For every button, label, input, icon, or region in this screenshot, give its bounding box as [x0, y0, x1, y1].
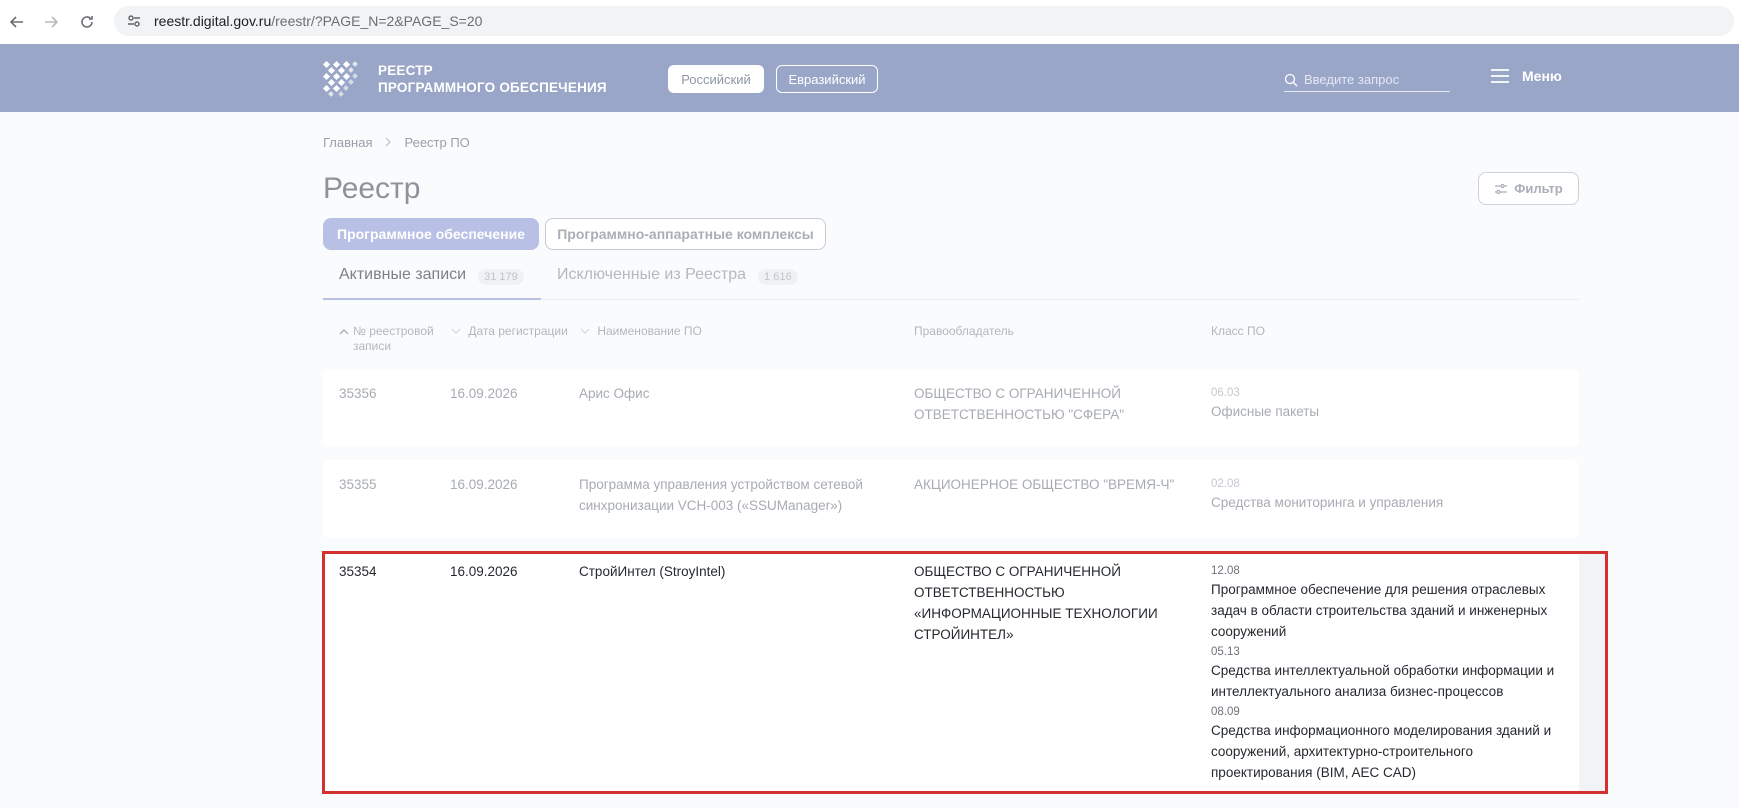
row-number: 35356	[339, 386, 377, 401]
logo-title[interactable]: РЕЕСТР ПРОГРАММНОГО ОБЕСПЕЧЕНИЯ	[378, 62, 607, 96]
site-settings-icon[interactable]	[126, 13, 142, 29]
logo-line-1: РЕЕСТР	[378, 63, 433, 78]
tab-count-badge: 1 616	[758, 269, 798, 285]
table-row[interactable]: 35355 16.09.2026 Программа управления ус…	[323, 460, 1579, 538]
breadcrumb-current: Реестр ПО	[404, 135, 470, 150]
class-entry: 02.08 Средства мониторинга и управления	[1211, 476, 1561, 513]
search-icon	[1284, 73, 1298, 86]
row-owner: АКЦИОНЕРНОЕ ОБЩЕСТВО "ВРЕМЯ-Ч"	[914, 477, 1175, 492]
column-header-name[interactable]: Наименование ПО	[580, 324, 880, 339]
row-owner: ОБЩЕСТВО С ОГРАНИЧЕННОЙ ОТВЕТСТВЕННОСТЬЮ…	[914, 564, 1158, 642]
breadcrumb: Главная Реестр ПО	[323, 135, 470, 150]
row-classes: 06.03 Офисные пакеты	[1211, 385, 1561, 424]
class-name: Программное обеспечение для решения отра…	[1211, 582, 1548, 639]
column-label: № реестровой записи	[353, 324, 434, 353]
filter-label: Фильтр	[1514, 181, 1563, 196]
registry-logo-icon[interactable]	[322, 60, 360, 98]
eurasian-registry-button[interactable]: Евразийский	[776, 65, 878, 93]
arrow-right-icon	[45, 16, 59, 28]
class-code: 02.08	[1211, 478, 1240, 490]
row-software-name[interactable]: СтройИнтел (StroyIntel)	[579, 561, 879, 582]
browser-toolbar: reestr.digital.gov.ru/reestr/?PAGE_N=2&P…	[0, 0, 1739, 44]
reload-icon	[81, 16, 93, 28]
class-name: Средства мониторинга и управления	[1211, 495, 1444, 510]
filter-sliders-icon	[1495, 183, 1508, 194]
row-software-name[interactable]: Арис Офис	[579, 383, 879, 404]
class-code: 06.03	[1211, 387, 1240, 399]
row-owner: ОБЩЕСТВО С ОГРАНИЧЕННОЙ ОТВЕТСТВЕННОСТЬЮ…	[914, 386, 1125, 422]
class-entry: 12.08 Программное обеспечение для решени…	[1211, 563, 1563, 642]
table-row-highlighted[interactable]: 35354 16.09.2026 СтройИнтел (StroyIntel)…	[323, 554, 1579, 791]
class-entry: 08.09 Средства информационного моделиров…	[1211, 704, 1563, 783]
class-code: 08.09	[1211, 706, 1240, 718]
chevron-up-icon	[339, 329, 349, 335]
class-name: Средства интеллектуальной обработки инфо…	[1211, 663, 1555, 699]
search-input[interactable]	[1304, 72, 1444, 87]
tab-active-records[interactable]: Активные записи 31 179	[323, 262, 541, 300]
table-row[interactable]: 35356 16.09.2026 Арис Офис ОБЩЕСТВО С ОГ…	[323, 369, 1579, 447]
site-header: РЕЕСТР ПРОГРАММНОГО ОБЕСПЕЧЕНИЯ Российск…	[0, 44, 1739, 112]
chevron-down-icon	[451, 328, 461, 334]
page-title: Реестр	[323, 172, 421, 205]
row-number: 35354	[339, 564, 377, 579]
column-header-class: Класс ПО	[1211, 324, 1265, 338]
class-entry: 06.03 Офисные пакеты	[1211, 385, 1561, 422]
column-label: Дата регистрации	[468, 324, 568, 338]
row-classes: 02.08 Средства мониторинга и управления	[1211, 476, 1561, 515]
row-date: 16.09.2026	[450, 386, 518, 401]
search-box[interactable]	[1284, 68, 1450, 92]
forward-button[interactable]	[34, 5, 68, 39]
arrow-left-icon	[9, 16, 23, 28]
class-name: Офисные пакеты	[1211, 404, 1320, 419]
tab-excluded-records[interactable]: Исключенные из Реестра 1 616	[557, 262, 798, 300]
hamburger-icon	[1491, 69, 1509, 83]
back-button[interactable]	[0, 5, 34, 39]
class-entry: 05.13 Средства интеллектуальной обработк…	[1211, 644, 1563, 702]
tab-label: Исключенные из Реестра	[557, 266, 747, 283]
row-side-strip	[1579, 551, 1608, 794]
class-code: 12.08	[1211, 565, 1240, 577]
chevron-down-icon	[580, 328, 590, 334]
menu-label: Меню	[1522, 68, 1562, 84]
class-name: Средства информационного моделирования з…	[1211, 723, 1552, 780]
row-software-name[interactable]: Программа управления устройством сетевой…	[579, 474, 879, 516]
row-classes: 12.08 Программное обеспечение для решени…	[1211, 563, 1563, 785]
chevron-right-icon	[384, 135, 392, 150]
url-path: /reestr/?PAGE_N=2&PAGE_S=20	[271, 13, 483, 29]
russian-registry-button[interactable]: Российский	[668, 65, 764, 93]
breadcrumb-home[interactable]: Главная	[323, 135, 372, 150]
filter-button[interactable]: Фильтр	[1478, 172, 1579, 205]
column-header-date[interactable]: Дата регистрации	[451, 324, 571, 339]
row-number: 35355	[339, 477, 377, 492]
class-code: 05.13	[1211, 646, 1240, 658]
url-host: reestr.digital.gov.ru	[154, 13, 272, 29]
reload-button[interactable]	[70, 5, 104, 39]
column-label: Наименование ПО	[597, 324, 702, 338]
column-header-number[interactable]: № реестровой записи	[339, 324, 449, 354]
tab-count-badge: 31 179	[478, 269, 524, 285]
row-date: 16.09.2026	[450, 477, 518, 492]
url-text: reestr.digital.gov.ru/reestr/?PAGE_N=2&P…	[154, 13, 482, 29]
software-category-button[interactable]: Программное обеспечение	[323, 218, 539, 250]
hardware-software-category-button[interactable]: Программно-аппаратные комплексы	[545, 218, 826, 250]
row-date: 16.09.2026	[450, 564, 518, 579]
logo-line-2: ПРОГРАММНОГО ОБЕСПЕЧЕНИЯ	[378, 80, 607, 95]
column-header-owner: Правообладатель	[914, 324, 1014, 338]
tab-label: Активные записи	[339, 266, 467, 283]
menu-button[interactable]: Меню	[1490, 68, 1562, 84]
address-bar[interactable]: reestr.digital.gov.ru/reestr/?PAGE_N=2&P…	[114, 6, 1734, 36]
records-tabs: Активные записи 31 179 Исключенные из Ре…	[323, 262, 1579, 300]
